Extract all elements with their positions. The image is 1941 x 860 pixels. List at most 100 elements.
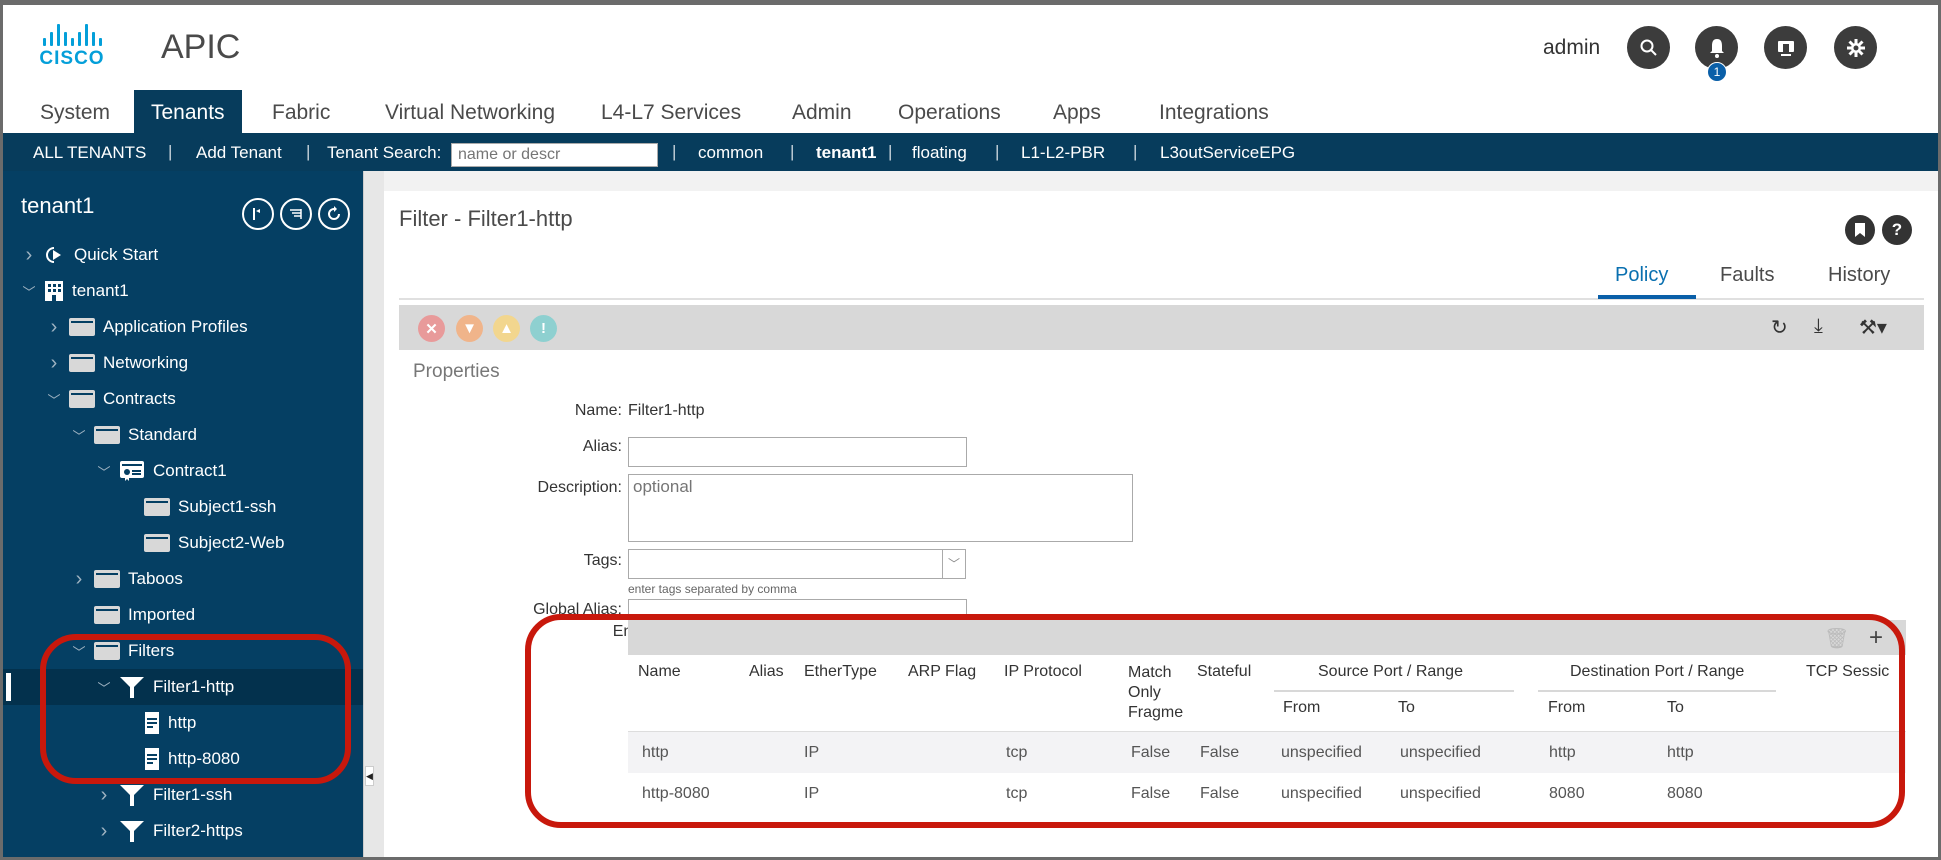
chevron-right-icon[interactable]: ›: [47, 352, 61, 375]
chevron-right-icon[interactable]: ›: [47, 316, 61, 339]
all-tenants-link[interactable]: ALL TENANTS: [33, 143, 146, 163]
chevron-down-icon[interactable]: ﹀: [97, 462, 111, 481]
tree-node-http-8080[interactable]: http-8080: [0, 741, 363, 777]
nav-tab-fabric[interactable]: Fabric: [255, 90, 347, 133]
list-filter-icon[interactable]: [280, 198, 312, 230]
tree-node-contracts[interactable]: ﹀ Contracts: [0, 381, 363, 417]
tree-node-tenant1[interactable]: ﹀ tenant1: [0, 273, 363, 309]
collapse-sidebar-arrow-icon[interactable]: ◀: [365, 766, 374, 786]
chevron-right-icon[interactable]: ›: [97, 784, 111, 807]
col-header-destination-port-range[interactable]: Destination Port / Range: [1570, 663, 1744, 681]
display-button[interactable]: [1764, 26, 1807, 69]
col-header-alias[interactable]: Alias: [749, 663, 784, 681]
chevron-down-icon[interactable]: ﹀: [942, 550, 965, 578]
col-header-source-port-range[interactable]: Source Port / Range: [1318, 663, 1463, 681]
col-header-arp-flag[interactable]: ARP Flag: [908, 663, 976, 681]
tree-node-filter1-http[interactable]: ﹀ Filter1-http: [0, 669, 363, 705]
tree-node-quick-start[interactable]: › Quick Start: [0, 237, 363, 273]
tree-node-subject2-web[interactable]: Subject2-Web: [0, 525, 363, 561]
col-header-match-only-fragment[interactable]: Match Only Fragme: [1128, 663, 1188, 723]
nav-tab-l4-l7-services[interactable]: L4-L7 Services: [584, 90, 758, 133]
chevron-right-icon[interactable]: ›: [72, 568, 86, 591]
cell-source-from: unspecified: [1281, 785, 1362, 802]
critical-fault-icon[interactable]: ✕: [418, 315, 445, 342]
col-header-source-to[interactable]: To: [1398, 699, 1415, 717]
add-tenant-link[interactable]: Add Tenant: [196, 143, 282, 163]
add-entry-plus-icon[interactable]: +: [1869, 624, 1883, 652]
cisco-logo[interactable]: CISCO: [32, 24, 112, 72]
col-header-ip-protocol[interactable]: IP Protocol: [1004, 663, 1082, 681]
chevron-down-icon[interactable]: ﹀: [97, 678, 111, 697]
folder-icon: [94, 570, 120, 588]
minor-fault-icon[interactable]: ▲: [493, 315, 520, 342]
chevron-right-icon[interactable]: ›: [22, 244, 36, 267]
settings-button[interactable]: [1834, 26, 1877, 69]
tree-node-filter2-https[interactable]: › Filter2-https: [0, 813, 363, 849]
name-value: Filter1-http: [628, 402, 705, 419]
table-row[interactable]: http-8080 IP tcp False False unspecified…: [628, 773, 1906, 814]
nav-tab-virtual-networking[interactable]: Virtual Networking: [368, 90, 572, 133]
pin-icon[interactable]: [242, 198, 274, 230]
table-row[interactable]: http IP tcp False False unspecified unsp…: [628, 732, 1906, 773]
col-header-destination-from[interactable]: From: [1548, 699, 1585, 717]
tags-combobox[interactable]: ﹀: [628, 549, 966, 579]
tree-node-application-profiles[interactable]: › Application Profiles: [0, 309, 363, 345]
tree-node-label: Application Profiles: [103, 317, 248, 336]
tenant-link-l1-l2-pbr[interactable]: L1-L2-PBR: [1021, 143, 1105, 163]
description-textarea[interactable]: [628, 474, 1133, 542]
chevron-down-icon[interactable]: ﹀: [72, 426, 86, 445]
tree-node-networking[interactable]: › Networking: [0, 345, 363, 381]
nav-tab-admin[interactable]: Admin: [775, 90, 869, 133]
tree-node-http[interactable]: http: [0, 705, 363, 741]
alias-label: Alias:: [582, 438, 622, 455]
major-fault-icon[interactable]: ▼: [456, 315, 483, 342]
cell-match-only-fragment: False: [1131, 744, 1171, 761]
col-header-stateful[interactable]: Stateful: [1197, 663, 1251, 681]
alias-input[interactable]: [628, 437, 967, 467]
filter-entry-icon: [144, 711, 160, 735]
tags-label: Tags:: [583, 552, 622, 569]
nav-tab-integrations[interactable]: Integrations: [1142, 90, 1286, 133]
tenant-link-common[interactable]: common: [698, 143, 763, 163]
warning-fault-icon[interactable]: !: [530, 315, 557, 342]
chevron-down-icon[interactable]: ﹀: [22, 282, 36, 301]
col-header-name[interactable]: Name: [638, 663, 681, 681]
user-name[interactable]: admin: [1543, 36, 1600, 60]
tree-node-filter1-ssh[interactable]: › Filter1-ssh: [0, 777, 363, 813]
chevron-down-icon[interactable]: ﹀: [72, 642, 86, 661]
tenant-link-l3outserviceepg[interactable]: L3outServiceEPG: [1160, 143, 1295, 163]
sidebar-resize-handle[interactable]: ◀: [363, 171, 384, 860]
refresh-icon[interactable]: [318, 198, 350, 230]
cisco-logo-bars-icon: [32, 24, 112, 46]
tree-node-taboos[interactable]: › Taboos: [0, 561, 363, 597]
tab-faults[interactable]: Faults: [1720, 264, 1774, 287]
nav-tab-tenants[interactable]: Tenants: [134, 90, 242, 133]
tree-node-contract1[interactable]: ﹀ Contract1: [0, 453, 363, 489]
delete-entry-trash-icon[interactable]: 🗑: [1824, 626, 1849, 651]
tree-node-subject1-ssh[interactable]: Subject1-ssh: [0, 489, 363, 525]
nav-tab-apps[interactable]: Apps: [1036, 90, 1118, 133]
tenant-link-tenant1[interactable]: tenant1: [816, 143, 876, 163]
nav-tab-operations[interactable]: Operations: [881, 90, 1018, 133]
col-header-destination-to[interactable]: To: [1667, 699, 1684, 717]
tree-node-filters[interactable]: ﹀ Filters: [0, 633, 363, 669]
tab-history[interactable]: History: [1828, 264, 1890, 287]
tenant-link-floating[interactable]: floating: [912, 143, 967, 163]
entries-toolbar: 🗑 +: [628, 620, 1906, 655]
tree-node-imported[interactable]: Imported: [0, 597, 363, 633]
bookmark-button[interactable]: [1845, 215, 1875, 245]
chevron-down-icon[interactable]: ﹀: [47, 390, 61, 409]
col-header-ethertype[interactable]: EtherType: [804, 663, 877, 681]
tools-dropdown-icon[interactable]: ⚒▾: [1859, 315, 1887, 340]
col-header-tcp-session[interactable]: TCP Sessic: [1806, 663, 1904, 681]
col-header-source-from[interactable]: From: [1283, 699, 1320, 717]
nav-tab-system[interactable]: System: [23, 90, 127, 133]
tenant-search-input[interactable]: [451, 143, 658, 167]
tab-policy[interactable]: Policy: [1615, 264, 1668, 287]
search-button[interactable]: [1627, 26, 1670, 69]
tree-node-standard[interactable]: ﹀ Standard: [0, 417, 363, 453]
refresh-icon[interactable]: ↻: [1771, 315, 1788, 340]
download-icon[interactable]: ⤓: [1814, 315, 1823, 338]
help-button[interactable]: ?: [1882, 215, 1912, 245]
chevron-right-icon[interactable]: ›: [97, 820, 111, 843]
